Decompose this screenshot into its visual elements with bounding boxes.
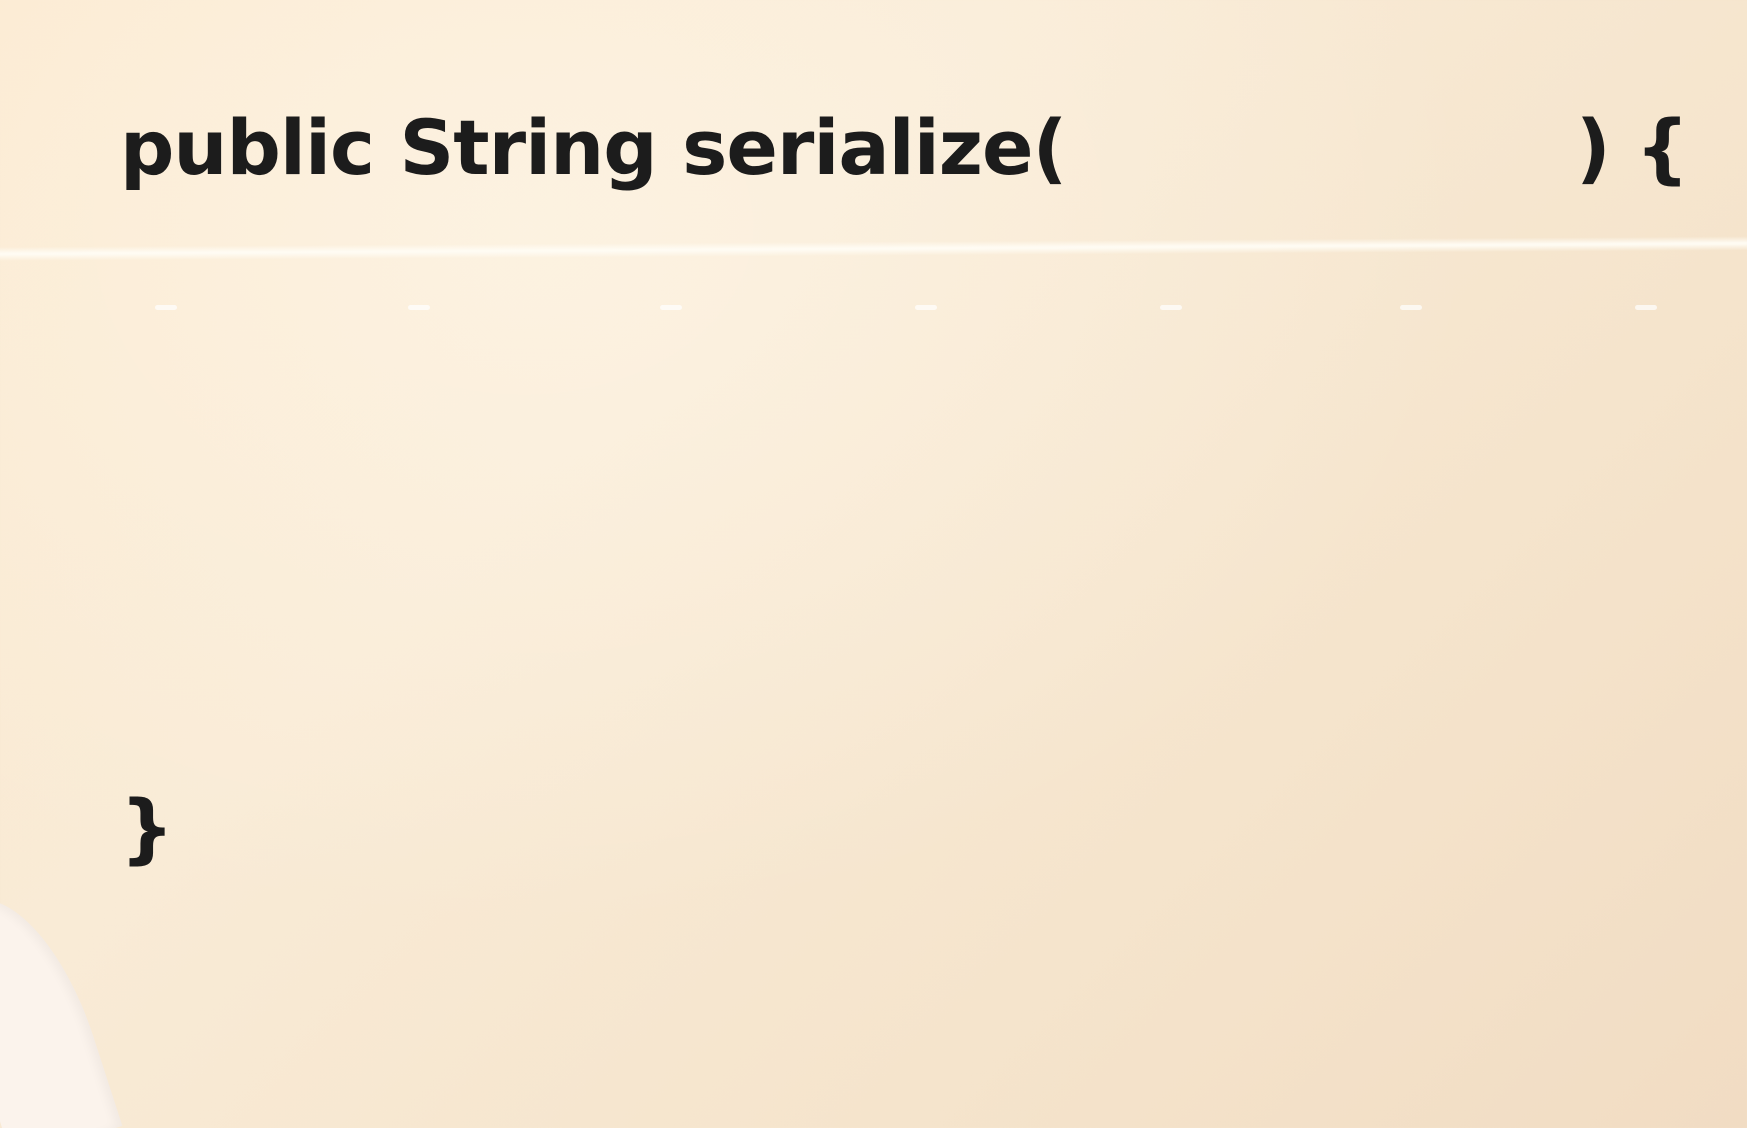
ledge-mark	[155, 305, 177, 310]
ledge-mark	[1400, 305, 1422, 310]
whiteboard: public String serialize( ) { }	[0, 0, 1747, 1128]
ledge-mark	[660, 305, 682, 310]
ledge-mark	[1160, 305, 1182, 310]
ledge-mark	[408, 305, 430, 310]
method-signature-end: ) {	[1576, 103, 1689, 192]
closing-brace: }	[120, 783, 174, 872]
ledge-mark	[915, 305, 937, 310]
ledge-mark	[1635, 305, 1657, 310]
whiteboard-ledge	[0, 236, 1747, 261]
presenter-hand	[0, 878, 123, 1128]
method-signature-start: public String serialize(	[120, 103, 1067, 192]
